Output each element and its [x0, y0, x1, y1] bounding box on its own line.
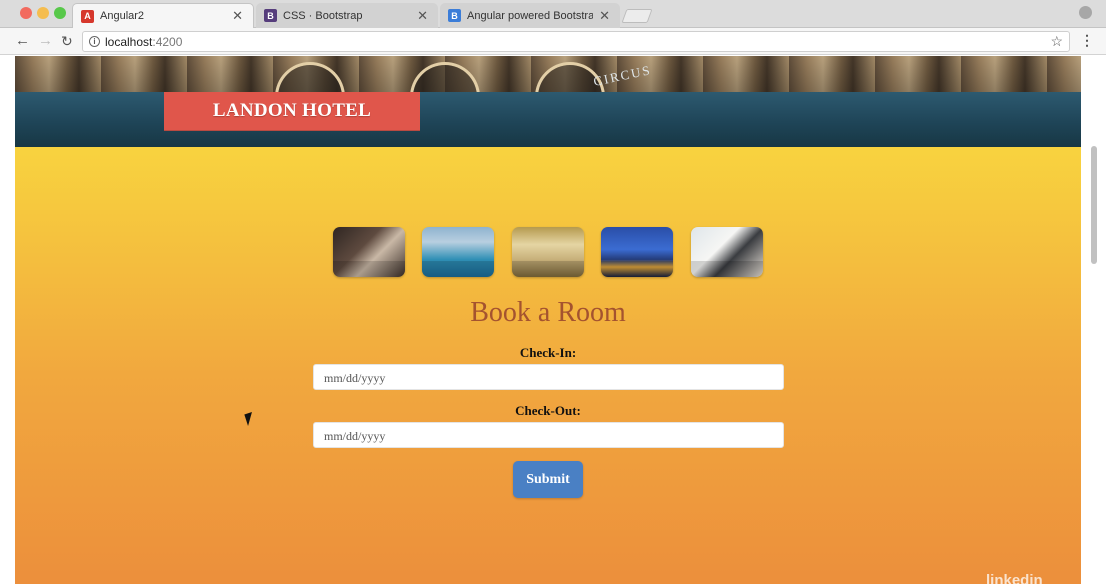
tab-label: Angular powered Bootstrap	[467, 9, 594, 22]
scrollbar-thumb[interactable]	[1091, 146, 1097, 264]
page-scrollbar[interactable]	[1084, 56, 1106, 584]
pool-photo[interactable]	[422, 227, 494, 277]
forward-arrow-icon[interactable]: →	[38, 32, 53, 50]
browser-tab-css-bootstrap[interactable]: B CSS · Bootstrap ✕	[256, 3, 438, 28]
browser-tab-bar: A Angular2 ✕ B CSS · Bootstrap ✕ B Angul…	[0, 0, 1106, 28]
tab-label: CSS · Bootstrap	[283, 9, 363, 22]
browser-tab-angular-bootstrap[interactable]: B Angular powered Bootstrap ✕	[440, 3, 620, 28]
bedroom-photo[interactable]	[333, 227, 405, 277]
wedding-photo[interactable]	[691, 227, 763, 277]
photo-gallery	[333, 227, 763, 277]
angular-icon: A	[81, 9, 94, 23]
london-night-photo[interactable]	[601, 227, 673, 277]
new-tab-button[interactable]	[621, 9, 653, 23]
watermark-logo: linkedin	[986, 572, 1043, 584]
tab-label: Angular2	[100, 10, 145, 22]
url-host: localhost	[105, 35, 153, 49]
checkout-label: Check-Out:	[515, 403, 581, 418]
checkout-date-input[interactable]: mm/dd/yyyy	[313, 422, 784, 448]
maximize-window-button[interactable]	[54, 7, 66, 19]
bookmark-star-icon[interactable]: ☆	[1050, 33, 1063, 50]
address-bar[interactable]: i localhost:4200 ☆	[82, 31, 1070, 52]
close-tab-icon[interactable]: ✕	[417, 8, 428, 24]
bootstrap-icon: B	[264, 9, 277, 22]
url-port: :4200	[152, 35, 183, 49]
checkin-label: Check-In:	[519, 345, 577, 360]
back-arrow-icon[interactable]: ←	[15, 32, 30, 50]
checkin-date-input[interactable]: mm/dd/yyyy	[313, 364, 784, 390]
booking-form-title: Book a Room	[470, 297, 626, 328]
close-window-button[interactable]	[20, 7, 32, 19]
dining-hall-photo[interactable]	[512, 227, 584, 277]
submit-button[interactable]: Submit	[513, 461, 583, 498]
hotel-logo[interactable]: LANDON HOTEL	[164, 92, 420, 131]
hotel-logo-text: LANDON HOTEL	[212, 100, 372, 121]
info-icon[interactable]: i	[89, 36, 100, 47]
reload-icon[interactable]: ↻	[61, 32, 73, 50]
close-tab-icon[interactable]: ✕	[232, 8, 243, 24]
landon-hotel-page: CIRCUS LANDON HOTEL Book a Room Check-In…	[15, 56, 1081, 584]
minimize-window-button[interactable]	[37, 7, 49, 19]
bootstrap-icon: B	[448, 9, 461, 22]
browser-tab-angular2[interactable]: A Angular2 ✕	[72, 3, 254, 28]
hero-sign-text: CIRCUS	[591, 62, 653, 89]
hero-banner-image: CIRCUS	[15, 56, 1081, 102]
close-tab-icon[interactable]: ✕	[599, 8, 610, 24]
profile-icon[interactable]	[1079, 6, 1092, 19]
url-text: localhost:4200	[105, 35, 182, 49]
browser-toolbar: ← → ↻ i localhost:4200 ☆ ⋮	[0, 28, 1106, 55]
booking-section: Book a Room Check-In: mm/dd/yyyy Check-O…	[15, 147, 1081, 584]
browser-menu-icon[interactable]: ⋮	[1080, 32, 1094, 49]
page-viewport: CIRCUS LANDON HOTEL Book a Room Check-In…	[0, 56, 1106, 584]
